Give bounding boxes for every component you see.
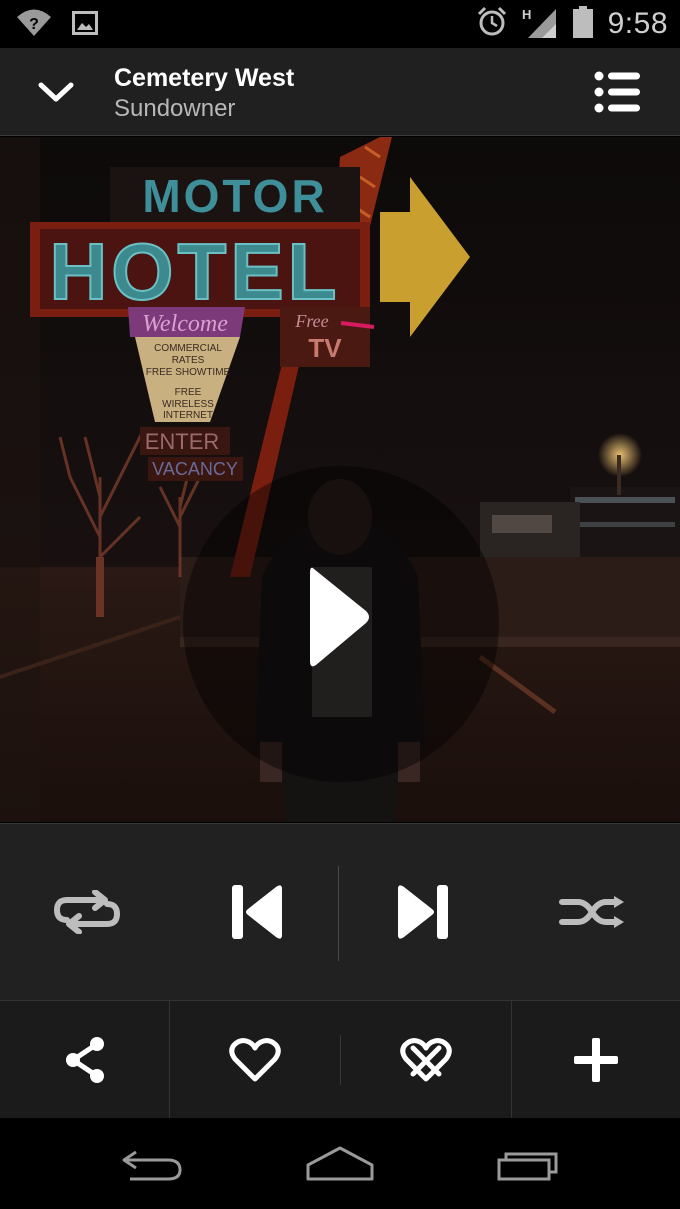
queue-button[interactable]: [592, 68, 644, 116]
image-notification-icon: [72, 11, 98, 40]
alarm-icon: [476, 6, 508, 43]
track-title: Cemetery West: [114, 64, 295, 92]
network-type-label: H: [522, 7, 531, 22]
svg-text:COMMERCIAL: COMMERCIAL: [154, 343, 222, 354]
add-icon: [574, 1038, 618, 1082]
recents-button[interactable]: [488, 1136, 572, 1192]
svg-text:FREE SHOWTIME: FREE SHOWTIME: [146, 367, 231, 378]
album-artwork: MOTOR HOTEL Welcome COMMERCIAL RATES FRE…: [0, 137, 680, 822]
collapse-button[interactable]: [26, 70, 86, 114]
status-bar: ? H 9:58: [0, 0, 680, 48]
add-button[interactable]: [512, 1001, 680, 1119]
ban-icon: [400, 1038, 452, 1082]
next-icon: [398, 885, 448, 939]
playback-controls: [0, 823, 680, 1000]
shuffle-icon: [559, 896, 624, 928]
love-button[interactable]: [170, 1001, 340, 1119]
wifi-unknown-icon: ?: [16, 8, 52, 43]
shuffle-button[interactable]: [546, 872, 640, 952]
svg-text:MOTOR: MOTOR: [142, 170, 327, 222]
svg-text:TV: TV: [308, 333, 342, 363]
svg-text:INTERNET: INTERNET: [163, 410, 213, 421]
action-bar: [0, 1000, 680, 1119]
svg-text:WIRELESS: WIRELESS: [162, 399, 214, 410]
play-button[interactable]: [300, 557, 380, 677]
signal-icon: H: [522, 5, 558, 44]
now-playing-header: Cemetery West Sundowner: [0, 48, 680, 136]
svg-text:HOTEL: HOTEL: [49, 227, 340, 316]
controls-divider: [338, 866, 339, 961]
track-artist: Sundowner: [114, 95, 236, 122]
svg-text:Free: Free: [294, 311, 328, 331]
share-icon: [65, 1037, 104, 1083]
back-icon: [122, 1150, 182, 1181]
svg-text:?: ?: [29, 16, 39, 33]
back-button[interactable]: [110, 1136, 192, 1192]
play-icon: [310, 567, 369, 667]
previous-button[interactable]: [212, 872, 302, 952]
home-icon: [306, 1146, 374, 1181]
svg-text:Welcome: Welcome: [142, 311, 228, 337]
queue-list-icon: [594, 71, 640, 113]
repeat-icon: [53, 890, 121, 934]
svg-text:VACANCY: VACANCY: [152, 459, 238, 479]
home-button[interactable]: [298, 1136, 382, 1192]
svg-text:ENTER: ENTER: [145, 429, 220, 454]
love-icon: [229, 1038, 281, 1082]
svg-text:RATES: RATES: [172, 355, 205, 366]
previous-icon: [232, 885, 282, 939]
next-button[interactable]: [378, 872, 468, 952]
repeat-button[interactable]: [40, 872, 134, 952]
chevron-down-icon: [38, 82, 74, 102]
recents-icon: [497, 1152, 558, 1181]
share-button[interactable]: [0, 1001, 169, 1119]
battery-icon: [572, 5, 594, 44]
system-navigation-bar: [0, 1118, 680, 1209]
svg-text:FREE: FREE: [175, 387, 202, 398]
ban-button[interactable]: [341, 1001, 511, 1119]
status-time: 9:58: [607, 7, 668, 40]
